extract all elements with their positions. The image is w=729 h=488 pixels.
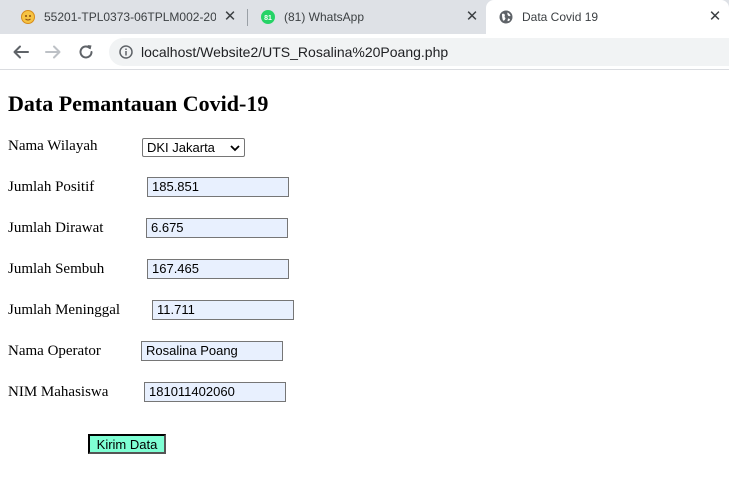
page-title: Data Pemantauan Covid-19	[8, 91, 269, 116]
tab-whatsapp[interactable]: 81 (81) WhatsApp ✕	[250, 0, 486, 34]
whatsapp-favicon-icon: 81	[260, 9, 276, 25]
wilayah-select[interactable]: DKI Jakarta	[142, 138, 245, 157]
tab-title: 55201-TPL0373-06TPLM002-2020	[44, 10, 216, 24]
browser-toolbar: localhost/Website2/UTS_Rosalina%20Poang.…	[0, 34, 729, 70]
tab-data-covid[interactable]: Data Covid 19 ✕	[486, 0, 729, 34]
reload-button[interactable]	[76, 42, 96, 62]
nim-input[interactable]: 181011402060	[144, 382, 286, 402]
nim-label: NIM Mahasiswa	[8, 384, 109, 400]
wilayah-selected-value: DKI Jakarta	[147, 140, 215, 155]
meninggal-input[interactable]: 11.711	[152, 300, 294, 320]
reload-icon	[79, 45, 93, 59]
tab-title: Data Covid 19	[522, 10, 599, 24]
dirawat-label: Jumlah Dirawat	[8, 220, 104, 236]
back-arrow-icon	[13, 45, 29, 59]
positif-input[interactable]: 185.851	[147, 177, 289, 197]
chevron-down-icon	[230, 144, 240, 151]
close-icon[interactable]: ✕	[707, 9, 723, 25]
sembuh-label: Jumlah Sembuh	[8, 261, 105, 277]
positif-label: Jumlah Positif	[8, 179, 95, 195]
address-bar[interactable]: localhost/Website2/UTS_Rosalina%20Poang.…	[109, 38, 729, 66]
operator-input[interactable]: Rosalina Poang	[141, 341, 283, 361]
page-content: Data Pemantauan Covid-19 Nama Wilayah DK…	[0, 71, 729, 488]
close-icon[interactable]: ✕	[222, 9, 238, 25]
back-button[interactable]	[11, 42, 31, 62]
forward-arrow-icon	[45, 45, 61, 59]
globe-icon	[498, 9, 514, 25]
operator-label: Nama Operator	[8, 343, 101, 359]
info-icon[interactable]	[119, 45, 133, 59]
kirim-data-button[interactable]: Kirim Data	[88, 434, 166, 454]
tab-moodle[interactable]: 55201-TPL0373-06TPLM002-2020 ✕	[0, 0, 244, 34]
tab-separator	[247, 9, 248, 26]
meninggal-label: Jumlah Meninggal	[8, 302, 121, 318]
moodle-favicon-icon	[20, 9, 36, 25]
forward-button[interactable]	[43, 42, 63, 62]
dirawat-input[interactable]: 6.675	[146, 218, 288, 238]
tab-strip: 55201-TPL0373-06TPLM002-2020 ✕ 81 (81) W…	[0, 0, 729, 34]
whatsapp-badge: 81	[264, 15, 272, 22]
close-icon[interactable]: ✕	[464, 9, 480, 25]
url-text: localhost/Website2/UTS_Rosalina%20Poang.…	[141, 44, 449, 60]
sembuh-input[interactable]: 167.465	[147, 259, 289, 279]
tab-title: (81) WhatsApp	[284, 10, 365, 24]
wilayah-label: Nama Wilayah	[8, 138, 98, 154]
